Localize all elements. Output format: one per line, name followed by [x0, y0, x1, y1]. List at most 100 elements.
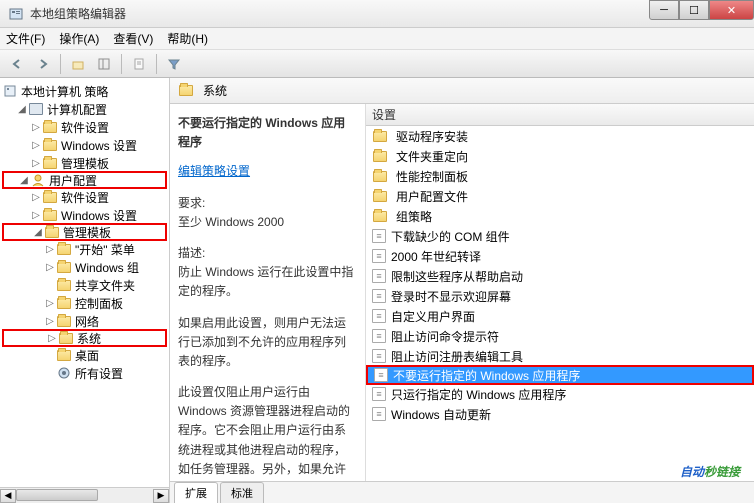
policy-title: 不要运行指定的 Windows 应用程序 [178, 114, 357, 152]
expand-icon[interactable]: ◢ [16, 104, 28, 115]
list-item[interactable]: ≡登录时不显示欢迎屏幕 [366, 286, 754, 306]
tree-item[interactable]: ▷ "开始" 菜单 [2, 240, 167, 258]
folder-icon [42, 138, 58, 152]
expand-icon[interactable]: ▷ [46, 333, 58, 344]
content-header: 系统 [170, 78, 754, 104]
list-item[interactable]: ≡下载缺少的 COM 组件 [366, 226, 754, 246]
expand-icon[interactable]: ▷ [44, 298, 56, 309]
list-item[interactable]: ≡只运行指定的 Windows 应用程序 [366, 384, 754, 404]
list-item[interactable]: 文件夹重定向 [366, 146, 754, 166]
expand-icon[interactable]: ▷ [44, 262, 56, 273]
expand-icon[interactable]: ◢ [18, 175, 30, 186]
tree-item[interactable]: ▷ 管理模板 [2, 154, 167, 172]
expand-icon[interactable]: ▷ [30, 122, 42, 133]
up-button[interactable] [67, 53, 89, 75]
list-item[interactable]: 用户配置文件 [366, 186, 754, 206]
detail-pane: 不要运行指定的 Windows 应用程序 编辑策略设置 要求: 至少 Windo… [170, 104, 365, 481]
tree-item[interactable]: 桌面 [2, 346, 167, 364]
setting-icon: ≡ [374, 368, 388, 382]
tree-label: 本地计算机 策略 [21, 83, 108, 100]
setting-icon: ≡ [372, 349, 386, 363]
list-item[interactable]: ≡阻止访问注册表编辑工具 [366, 346, 754, 366]
tree-label: 网络 [75, 313, 99, 330]
folder-icon [372, 129, 388, 143]
setting-icon: ≡ [372, 329, 386, 343]
policy-icon [2, 84, 18, 98]
folder-icon [56, 278, 72, 292]
tree-computer-config[interactable]: ◢ 计算机配置 [2, 100, 167, 118]
user-icon [30, 173, 46, 187]
requirement-value: 至少 Windows 2000 [178, 213, 357, 232]
back-button[interactable] [6, 53, 28, 75]
folder-icon [56, 260, 72, 274]
folder-icon [372, 169, 388, 183]
expand-icon[interactable]: ▷ [30, 140, 42, 151]
list-item[interactable]: ≡阻止访问命令提示符 [366, 326, 754, 346]
tree-hscrollbar[interactable]: ◀▶ [0, 487, 169, 503]
edit-policy-link[interactable]: 编辑策略设置 [178, 164, 250, 178]
tree-item[interactable]: ▷ Windows 设置 [2, 206, 167, 224]
folder-icon [58, 331, 74, 345]
folder-icon [178, 84, 194, 98]
tree-system[interactable]: ▷ 系统 [2, 329, 167, 347]
menu-action[interactable]: 操作(A) [59, 30, 99, 47]
list-item[interactable]: 组策略 [366, 206, 754, 226]
tree-root[interactable]: 本地计算机 策略 [2, 82, 167, 100]
folder-icon [42, 156, 58, 170]
expand-icon[interactable]: ◢ [32, 227, 44, 238]
properties-button[interactable] [128, 53, 150, 75]
tree-label: 软件设置 [61, 189, 109, 206]
list-item-selected[interactable]: ≡不要运行指定的 Windows 应用程序 [366, 365, 754, 385]
folder-icon [42, 120, 58, 134]
description-para1: 如果启用此设置，则用户无法运行已添加到不允许的应用程序列表的程序。 [178, 314, 357, 372]
tree-admin-templates[interactable]: ◢ 管理模板 [2, 223, 167, 241]
tree-item[interactable]: ▷ 软件设置 [2, 118, 167, 136]
tree-label: 软件设置 [61, 119, 109, 136]
description-value: 防止 Windows 运行在此设置中指定的程序。 [178, 263, 357, 301]
list-body: 驱动程序安装 文件夹重定向 性能控制面板 用户配置文件 组策略 ≡下载缺少的 C… [366, 126, 754, 481]
content-title: 系统 [203, 82, 227, 99]
tree-item[interactable]: ▷ Windows 设置 [2, 136, 167, 154]
view-tabs: 扩展 标准 [170, 481, 754, 503]
list-item[interactable]: ≡2000 年世纪转译 [366, 246, 754, 266]
list-item[interactable]: ≡限制这些程序从帮助启动 [366, 266, 754, 286]
list-item[interactable]: 驱动程序安装 [366, 126, 754, 146]
tree-item[interactable]: 共享文件夹 [2, 276, 167, 294]
menu-view[interactable]: 查看(V) [113, 30, 153, 47]
folder-icon [56, 314, 72, 328]
tab-standard[interactable]: 标准 [220, 482, 264, 503]
tree-label: 管理模板 [63, 224, 111, 241]
list-item[interactable]: 性能控制面板 [366, 166, 754, 186]
setting-icon: ≡ [372, 249, 386, 263]
tree-item[interactable]: ▷ Windows 组 [2, 258, 167, 276]
tree-item[interactable]: 所有设置 [2, 364, 167, 382]
list-item[interactable]: ≡Windows 自动更新 [366, 404, 754, 424]
forward-button[interactable] [32, 53, 54, 75]
expand-icon[interactable]: ▷ [30, 158, 42, 169]
expand-icon[interactable]: ▷ [44, 244, 56, 255]
tree-user-config[interactable]: ◢ 用户配置 [2, 171, 167, 189]
list-item[interactable]: ≡自定义用户界面 [366, 306, 754, 326]
menu-file[interactable]: 文件(F) [6, 30, 45, 47]
show-hide-button[interactable] [93, 53, 115, 75]
list-column-header[interactable]: 设置 [366, 104, 754, 126]
tree-label: Windows 组 [75, 259, 139, 276]
tab-extended[interactable]: 扩展 [174, 482, 218, 503]
window-controls: ─ ☐ ✕ [649, 0, 754, 20]
tree-item[interactable]: ▷ 软件设置 [2, 188, 167, 206]
app-icon [8, 6, 24, 22]
tree-item[interactable]: ▷ 网络 [2, 312, 167, 330]
expand-icon[interactable]: ▷ [30, 210, 42, 221]
close-button[interactable]: ✕ [709, 0, 754, 20]
main-area: 本地计算机 策略 ◢ 计算机配置 ▷ 软件设置 ▷ Windows 设置 ▷ 管… [0, 78, 754, 503]
expand-icon[interactable]: ▷ [30, 192, 42, 203]
minimize-button[interactable]: ─ [649, 0, 679, 20]
maximize-button[interactable]: ☐ [679, 0, 709, 20]
folder-icon [42, 208, 58, 222]
filter-button[interactable] [163, 53, 185, 75]
description-para2: 此设置仅阻止用户运行由 Windows 资源管理器进程启动的程序。它不会阻止用户… [178, 383, 357, 481]
menu-help[interactable]: 帮助(H) [167, 30, 208, 47]
expand-icon[interactable]: ▷ [44, 316, 56, 327]
tree-label: 所有设置 [75, 365, 123, 382]
tree-item[interactable]: ▷ 控制面板 [2, 294, 167, 312]
